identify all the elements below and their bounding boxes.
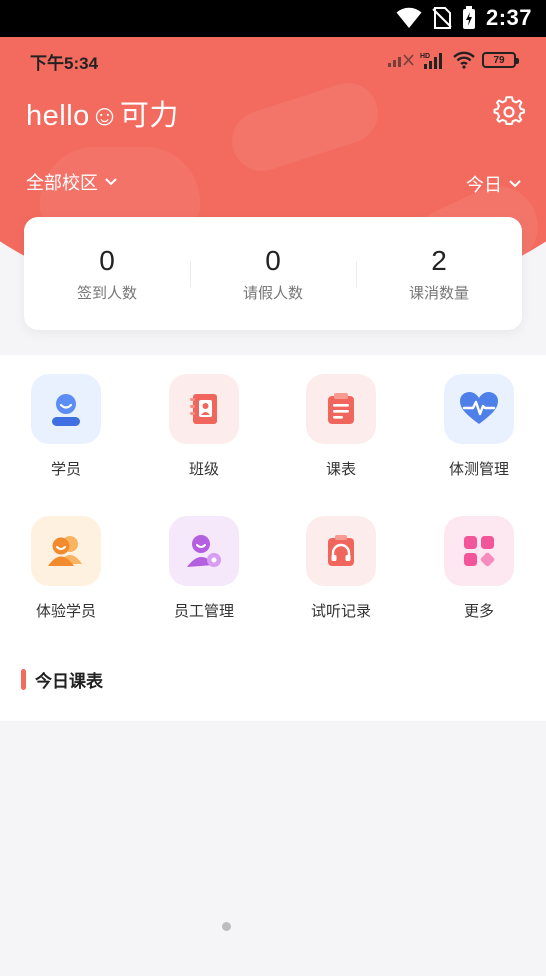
grid-label: 体测管理 bbox=[448, 460, 509, 478]
stat-class-consumed[interactable]: 2 课消数量 bbox=[356, 217, 522, 330]
signal-weak-icon bbox=[388, 54, 414, 67]
timetable-icon bbox=[306, 374, 376, 444]
stat-value: 0 bbox=[99, 245, 115, 276]
grid-label: 体验学员 bbox=[35, 602, 96, 620]
svg-text:HD: HD bbox=[420, 53, 430, 60]
today-schedule-section: 今日课表 bbox=[0, 655, 546, 721]
student-icon bbox=[31, 374, 101, 444]
battery-charging-icon bbox=[462, 6, 475, 29]
today-schedule-title: 今日课表 bbox=[35, 672, 103, 692]
grid-item-students[interactable]: 学员 bbox=[6, 374, 126, 484]
section-accent-bar bbox=[21, 669, 26, 690]
grid-item-classes[interactable]: 班级 bbox=[144, 374, 264, 484]
grid-item-audition-records[interactable]: 试听记录 bbox=[281, 516, 401, 626]
stats-card: 0 签到人数 0 请假人数 2 课消数量 bbox=[24, 217, 522, 330]
settings-gear-icon[interactable] bbox=[493, 96, 525, 128]
battery-level: 79 bbox=[493, 54, 505, 66]
grid-item-timetable[interactable]: 课表 bbox=[281, 374, 401, 484]
audition-record-icon bbox=[306, 516, 376, 586]
grid-item-staff[interactable]: 员工管理 bbox=[144, 516, 264, 626]
app-clock: 下午5:34 bbox=[30, 54, 99, 73]
device-status-bar: 2:37 bbox=[0, 0, 546, 37]
grid-label: 员工管理 bbox=[173, 602, 234, 620]
page-indicator-dot bbox=[222, 922, 231, 931]
class-book-icon bbox=[169, 374, 239, 444]
stat-value: 2 bbox=[431, 245, 447, 276]
grid-item-trial-students[interactable]: 体验学员 bbox=[6, 516, 126, 626]
staff-icon bbox=[169, 516, 239, 586]
no-sim-icon bbox=[432, 7, 452, 29]
grid-item-more[interactable]: 更多 bbox=[419, 516, 539, 626]
trial-student-icon bbox=[31, 516, 101, 586]
wifi-icon bbox=[396, 7, 422, 29]
stat-label: 签到人数 bbox=[76, 284, 137, 302]
chevron-down-icon bbox=[509, 180, 521, 188]
stat-checkin[interactable]: 0 签到人数 bbox=[24, 217, 190, 330]
stat-leave[interactable]: 0 请假人数 bbox=[190, 217, 356, 330]
battery-indicator: 79 bbox=[482, 52, 519, 68]
chevron-down-icon bbox=[105, 178, 117, 186]
campus-selector-label: 全部校区 bbox=[26, 173, 98, 194]
grid-label: 试听记录 bbox=[310, 602, 371, 620]
wifi-icon bbox=[453, 51, 475, 69]
date-selector-label: 今日 bbox=[466, 175, 502, 196]
grid-label: 课表 bbox=[325, 460, 356, 478]
date-selector[interactable]: 今日 bbox=[466, 171, 522, 197]
app-status-bar: 下午5:34 HD 79 bbox=[30, 49, 519, 73]
function-grid: 学员 班级 课表 体测管理 体验学员 员工管理 试听记录 更多 bbox=[0, 355, 546, 655]
fitness-test-icon bbox=[444, 374, 514, 444]
grid-label: 更多 bbox=[463, 602, 494, 620]
grid-label: 学员 bbox=[50, 460, 81, 478]
stat-label: 课消数量 bbox=[408, 284, 469, 302]
campus-selector[interactable]: 全部校区 bbox=[26, 169, 118, 195]
grid-item-fitness-test[interactable]: 体测管理 bbox=[419, 374, 539, 484]
stat-label: 请假人数 bbox=[242, 284, 303, 302]
stat-value: 0 bbox=[265, 245, 281, 276]
device-clock: 2:37 bbox=[485, 5, 532, 30]
greeting-title: hello☺可力 bbox=[26, 100, 179, 132]
app-screen: 下午5:34 HD 79 hello☺可力 全部校区 今日 0 签到人数 0 请… bbox=[0, 37, 546, 976]
grid-label: 班级 bbox=[188, 460, 219, 478]
more-icon bbox=[444, 516, 514, 586]
signal-hd-icon: HD bbox=[420, 53, 442, 69]
